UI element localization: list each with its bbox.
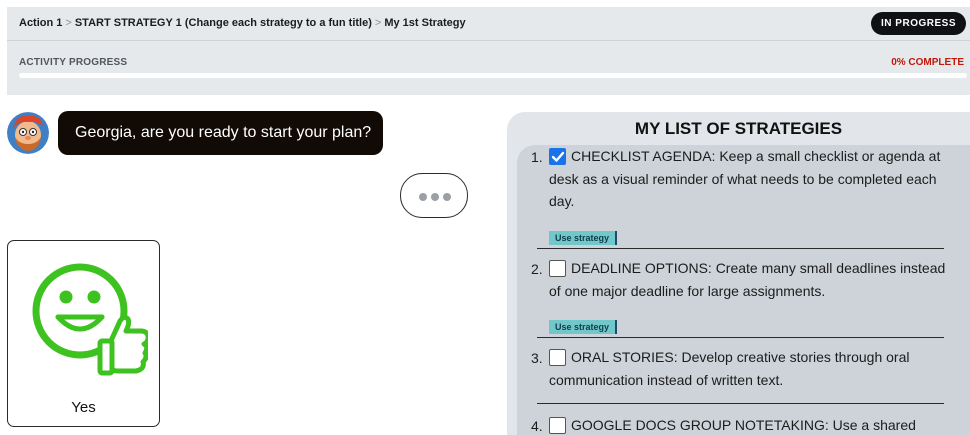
breadcrumb: Action 1 > START STRATEGY 1 (Change each s… <box>19 17 466 29</box>
breadcrumb-separator: > <box>65 17 72 29</box>
strategy-list-title: MY LIST OF STRATEGIES <box>634 119 843 138</box>
strategy-number: 3. <box>531 350 543 366</box>
check-icon <box>551 151 565 162</box>
strategy-item: 4. GOOGLE DOCS GROUP NOTETAKING: Use a s… <box>531 414 944 435</box>
breadcrumb-item-strategy[interactable]: START STRATEGY 1 (Change each strategy t… <box>75 17 372 29</box>
strategy-item: 2. DEADLINE OPTIONS: Create many small d… <box>531 257 945 338</box>
progress-percent: 0% COMPLETE <box>891 57 964 68</box>
smiley-thumbs-up-icon <box>32 263 148 376</box>
strategy-item: 1. CHECKLIST AGENDA: Keep a small checkl… <box>531 145 944 249</box>
strategy-checkbox[interactable] <box>549 148 566 165</box>
typing-indicator <box>400 173 468 218</box>
breadcrumb-item-current: My 1st Strategy <box>384 17 466 29</box>
strategy-text: DEADLINE OPTIONS: Create many small dead… <box>549 260 946 299</box>
status-badge: IN PROGRESS <box>871 12 966 35</box>
typing-dot <box>419 193 427 201</box>
breadcrumb-item-action[interactable]: Action 1 <box>19 17 62 29</box>
strategy-checkbox[interactable] <box>549 417 566 434</box>
strategy-number: 2. <box>531 261 543 277</box>
strategy-number: 4. <box>531 418 543 434</box>
typing-dot <box>431 193 439 201</box>
use-strategy-button[interactable]: Use strategy <box>549 231 618 245</box>
strategy-text: CHECKLIST AGENDA: Keep a small checklist… <box>549 148 941 209</box>
coach-message-bubble: Georgia, are you ready to start your pla… <box>58 111 383 155</box>
progress-label: ACTIVITY PROGRESS <box>19 57 128 68</box>
breadcrumb-bar: Action 1 > START STRATEGY 1 (Change each s… <box>7 7 970 41</box>
strategy-text: GOOGLE DOCS GROUP NOTETAKING: Use a shar… <box>571 417 916 433</box>
strategy-checkbox[interactable] <box>549 349 566 366</box>
strategy-number: 1. <box>531 149 543 165</box>
typing-dot <box>443 193 451 201</box>
strategy-text: ORAL STORIES: Develop creative stories t… <box>549 349 910 388</box>
strategy-list: 1. CHECKLIST AGENDA: Keep a small checkl… <box>517 145 970 435</box>
strategy-checkbox[interactable] <box>549 260 566 277</box>
use-strategy-button[interactable]: Use strategy <box>549 320 618 334</box>
strategy-panel: MY LIST OF STRATEGIES 1. CHECKLIST AGEND… <box>507 112 970 435</box>
progress-bar <box>19 73 967 78</box>
breadcrumb-separator: > <box>374 17 382 29</box>
yes-response-button[interactable]: Yes <box>7 240 160 427</box>
strategy-item: 3. ORAL STORIES: Develop creative storie… <box>531 346 944 404</box>
coach-avatar <box>7 112 49 154</box>
yes-label: Yes <box>71 399 96 416</box>
activity-header: Action 1 > START STRATEGY 1 (Change each s… <box>7 7 970 95</box>
